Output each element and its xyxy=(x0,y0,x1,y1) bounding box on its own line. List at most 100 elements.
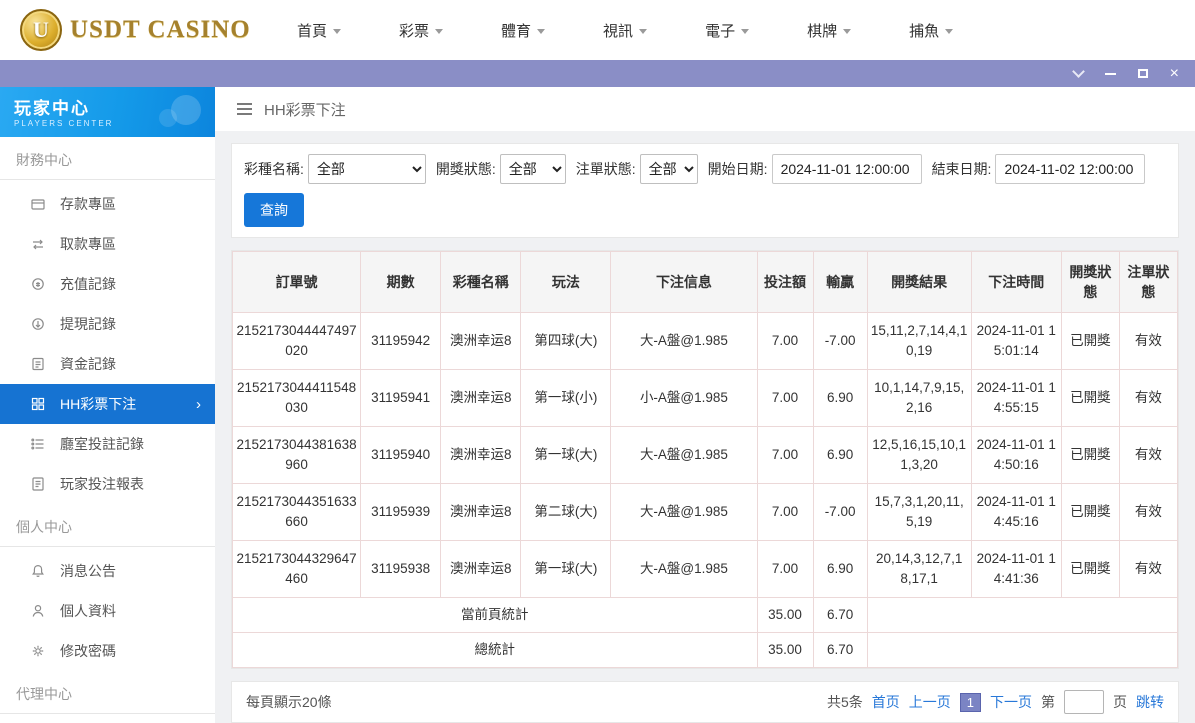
cell-bet-info: 大-A盤@1.985 xyxy=(610,312,758,370)
table-row: 2152173044447497020 31195942 澳洲幸运8 第四球(大… xyxy=(231,312,1179,370)
nav-item-lottery[interactable]: 彩票 xyxy=(399,20,444,41)
start-date-input[interactable] xyxy=(771,154,922,184)
bets-table: 訂單號 期數 彩種名稱 玩法 下注信息 投注額 輸贏 開獎結果 下注時間 開獎狀… xyxy=(231,251,1179,668)
section-finance-center: 財務中心 xyxy=(0,137,215,180)
table-row: 2152173044329647460 31195938 澳洲幸运8 第一球(大… xyxy=(231,540,1179,598)
start-date-label: 開始日期: xyxy=(707,161,768,177)
cell-draw-result: 10,1,14,7,9,15,2,16 xyxy=(866,369,972,427)
cell-order-status: 有效 xyxy=(1118,426,1179,484)
end-date-input[interactable] xyxy=(995,154,1146,184)
logo: U USDT CASINO xyxy=(20,9,255,51)
end-date-label: 結束日期: xyxy=(931,161,992,177)
deposit-icon xyxy=(31,199,45,210)
chevron-down-icon xyxy=(1071,65,1085,78)
logo-coin-icon: U xyxy=(20,9,62,51)
cell-winloss: 6.90 xyxy=(812,426,868,484)
col-header: 輸贏 xyxy=(812,251,868,313)
next-page-link[interactable]: 下一页 xyxy=(990,692,1032,712)
withdrawal-record-icon xyxy=(32,318,44,330)
sidebar-item-profile[interactable]: 個人資料 xyxy=(0,591,215,631)
cell-order-no: 2152173044411548030 xyxy=(231,369,362,427)
sidebar-item-label: 存款專區 xyxy=(60,196,116,212)
cell-play: 第二球(大) xyxy=(520,483,612,541)
sidebar-item-withdrawal-record[interactable]: 提現記錄 xyxy=(0,304,215,344)
nav-item-slots[interactable]: 電子 xyxy=(705,20,750,41)
announcement-icon xyxy=(32,564,44,577)
nav-label: 棋牌 xyxy=(807,22,838,40)
cell-play: 第一球(小) xyxy=(520,369,612,427)
nav-item-home[interactable]: 首頁 xyxy=(297,20,342,41)
sidebar-header: 玩家中心 PLAYERS CENTER xyxy=(0,87,215,137)
sidebar-item-label: 資金記錄 xyxy=(60,356,116,372)
cell-lottery: 澳洲幸运8 xyxy=(440,540,522,598)
page-title: HH彩票下注 xyxy=(264,101,346,119)
chevron-down-icon xyxy=(639,28,648,34)
nav-item-sports[interactable]: 體育 xyxy=(501,20,546,41)
chevron-right-icon: › xyxy=(196,395,201,413)
total-summary-row: 總統計 35.00 6.70 xyxy=(232,632,1179,668)
cell-period: 31195940 xyxy=(360,426,442,484)
sidebar-item-recharge-record[interactable]: 充值記錄 xyxy=(0,264,215,304)
cell-play: 第四球(大) xyxy=(520,312,612,370)
window-titlebar: × xyxy=(0,60,1195,87)
summary-label: 總統計 xyxy=(232,632,758,668)
sidebar-item-deposit[interactable]: 存款專區 xyxy=(0,184,215,224)
cell-draw-result: 12,5,16,15,10,11,3,20 xyxy=(866,426,972,484)
cell-draw-status: 已開獎 xyxy=(1060,312,1120,370)
summary-bet-amount: 35.00 xyxy=(756,632,814,668)
sidebar: 玩家中心 PLAYERS CENTER 財務中心 存款專區 取款專區 充值記錄 … xyxy=(0,87,215,723)
summary-empty xyxy=(866,597,1179,633)
jump-button[interactable]: 跳转 xyxy=(1136,692,1164,712)
search-button[interactable]: 查詢 xyxy=(244,193,304,227)
sidebar-item-player-bet-report[interactable]: 玩家投注報表 xyxy=(0,464,215,504)
page-toolbar: HH彩票下注 xyxy=(215,87,1195,131)
cell-bet-amount: 7.00 xyxy=(756,312,814,370)
sidebar-item-label: 廳室投註記錄 xyxy=(60,436,144,452)
cell-bet-time: 2024-11-01 14:45:16 xyxy=(970,483,1062,541)
content: 彩種名稱: 全部 開獎狀態: 全部 注單狀態: 全部 開始日期: 結束日期: 查… xyxy=(215,131,1195,723)
page-summary-row: 當前頁統計 35.00 6.70 xyxy=(232,597,1179,633)
lottery-name-select[interactable]: 全部 xyxy=(307,154,426,184)
sidebar-item-hall-bet-records[interactable]: 廳室投註記錄 xyxy=(0,424,215,464)
cell-period: 31195938 xyxy=(360,540,442,598)
logo-text: USDT CASINO xyxy=(70,16,251,43)
sidebar-item-withdraw[interactable]: 取款專區 xyxy=(0,224,215,264)
chevron-down-icon xyxy=(537,28,546,34)
first-page-link[interactable]: 首页 xyxy=(872,692,900,712)
col-header: 投注額 xyxy=(756,251,814,313)
current-page-badge[interactable]: 1 xyxy=(959,692,981,712)
hamburger-icon[interactable] xyxy=(237,103,252,115)
sidebar-item-announcements[interactable]: 消息公告 xyxy=(0,551,215,591)
nav-item-live[interactable]: 視訊 xyxy=(603,20,648,41)
col-header: 下注時間 xyxy=(970,251,1062,313)
minimize-icon xyxy=(1104,72,1116,75)
profile-icon xyxy=(32,604,44,617)
cell-winloss: 6.90 xyxy=(812,540,868,598)
close-button[interactable]: × xyxy=(1170,65,1179,82)
maximize-button[interactable] xyxy=(1137,69,1148,78)
sidebar-item-change-password[interactable]: 修改密碼 xyxy=(0,631,215,671)
draw-status-select[interactable]: 全部 xyxy=(499,154,566,184)
jump-prefix-label: 第 xyxy=(1041,694,1055,710)
nav-label: 彩票 xyxy=(399,22,430,40)
sidebar-item-hh-lottery-bet[interactable]: HH彩票下注 › xyxy=(0,384,215,424)
prev-page-link[interactable]: 上一页 xyxy=(909,692,951,712)
sidebar-item-label: 取款專區 xyxy=(60,236,116,252)
window-chevron-button[interactable] xyxy=(1071,65,1085,78)
order-status-select[interactable]: 全部 xyxy=(639,154,698,184)
cell-bet-amount: 7.00 xyxy=(756,483,814,541)
sidebar-item-funds-record[interactable]: 資金記錄 xyxy=(0,344,215,384)
page-jump-input[interactable] xyxy=(1064,690,1104,714)
sidebar-item-label: 個人資料 xyxy=(60,603,116,619)
lottery-bet-icon xyxy=(31,397,45,411)
summary-bet-amount: 35.00 xyxy=(756,597,814,633)
withdraw-icon xyxy=(33,239,43,250)
sidebar-item-label: 修改密碼 xyxy=(60,643,116,659)
nav-item-boardgames[interactable]: 棋牌 xyxy=(807,20,852,41)
recharge-record-icon xyxy=(32,278,44,290)
chevron-down-icon xyxy=(435,28,444,34)
minimize-button[interactable] xyxy=(1104,72,1116,75)
nav-item-fishing[interactable]: 捕魚 xyxy=(909,20,954,41)
chevron-down-icon xyxy=(945,28,954,34)
cell-lottery: 澳洲幸运8 xyxy=(440,483,522,541)
